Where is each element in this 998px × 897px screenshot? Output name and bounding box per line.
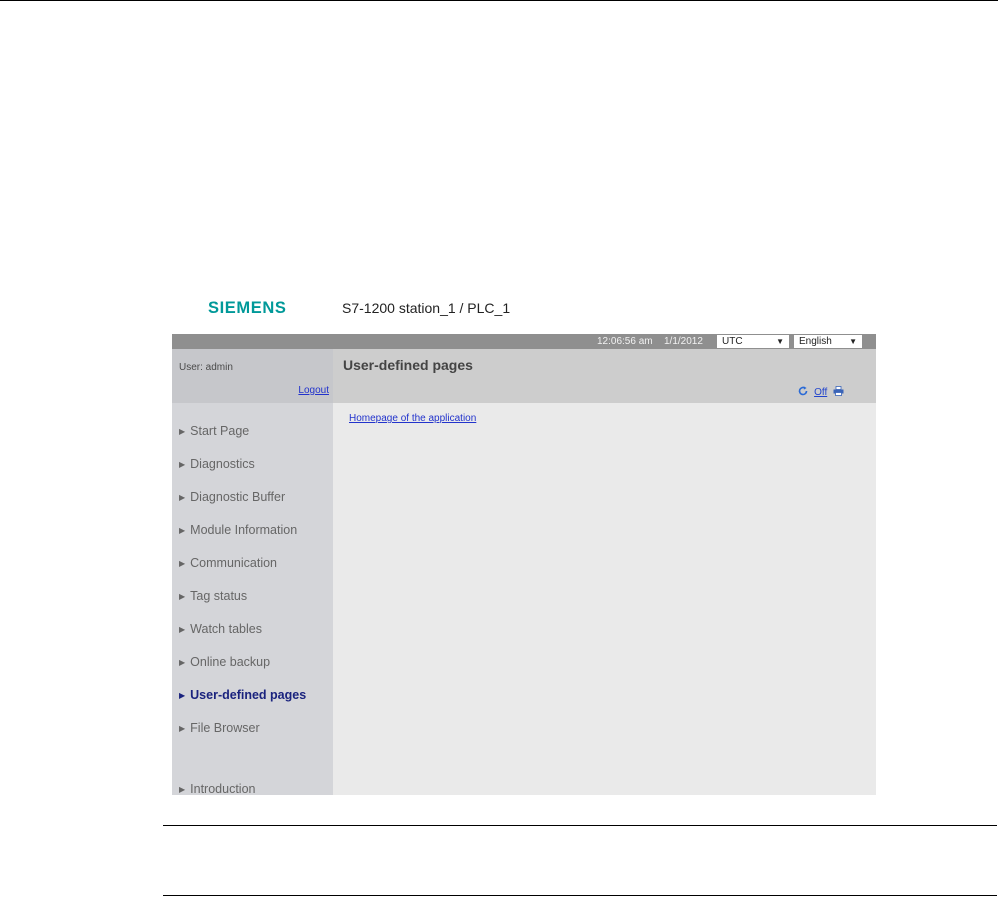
arrow-right-icon: ▶ xyxy=(179,460,186,469)
arrow-right-icon: ▶ xyxy=(179,427,186,436)
sidebar: User: admin Logout ▶ Start Page ▶ Diagnost… xyxy=(172,349,333,796)
divider-rule xyxy=(163,825,997,826)
clock-date: 1/1/2012 xyxy=(664,336,703,347)
sidebar-item-label: Tag status xyxy=(190,589,248,603)
clock-time: 12:06:56 am xyxy=(597,336,653,347)
arrow-right-icon: ▶ xyxy=(179,724,186,733)
user-label: User: admin xyxy=(179,362,233,373)
sidebar-item-diagnostics[interactable]: ▶ Diagnostics xyxy=(179,457,255,471)
siemens-logo: SIEMENS xyxy=(208,299,287,317)
chevron-down-icon: ▼ xyxy=(776,337,784,346)
homepage-link[interactable]: Homepage of the application xyxy=(349,413,476,424)
sidebar-item-user-defined-pages[interactable]: ▶ User-defined pages xyxy=(179,688,306,702)
arrow-right-icon: ▶ xyxy=(179,493,186,502)
sidebar-item-communication[interactable]: ▶ Communication xyxy=(179,556,277,570)
sidebar-item-start-page[interactable]: ▶ Start Page xyxy=(179,424,249,438)
sidebar-item-label: Module Information xyxy=(190,523,298,537)
timezone-select[interactable]: UTC ▼ xyxy=(717,335,789,348)
sidebar-item-file-browser[interactable]: ▶ File Browser xyxy=(179,721,260,735)
station-title: S7-1200 station_1 / PLC_1 xyxy=(342,300,511,316)
divider-rule xyxy=(163,895,997,896)
sidebar-item-online-backup[interactable]: ▶ Online backup xyxy=(179,655,270,669)
content-header: User-defined pages Off xyxy=(333,349,876,403)
sidebar-item-watch-tables[interactable]: ▶ Watch tables xyxy=(179,622,262,636)
page-title: User-defined pages xyxy=(343,357,473,373)
sidebar-item-label: File Browser xyxy=(190,721,260,735)
sidebar-item-introduction[interactable]: ▶ Introduction xyxy=(179,782,255,796)
status-bar: 12:06:56 am 1/1/2012 UTC ▼ English ▼ xyxy=(172,334,876,349)
arrow-right-icon: ▶ xyxy=(179,625,186,634)
arrow-right-icon: ▶ xyxy=(179,526,186,535)
sidebar-item-label: Introduction xyxy=(190,782,256,796)
arrow-right-icon: ▶ xyxy=(179,785,186,794)
sidebar-item-label: Diagnostics xyxy=(190,457,255,471)
sidebar-item-label: User-defined pages xyxy=(190,688,307,702)
language-value: English xyxy=(799,336,832,347)
chevron-down-icon: ▼ xyxy=(849,337,857,346)
user-box: User: admin Logout xyxy=(172,349,333,403)
arrow-right-icon: ▶ xyxy=(179,592,186,601)
sidebar-item-label: Watch tables xyxy=(190,622,262,636)
sidebar-item-label: Start Page xyxy=(190,424,250,438)
sidebar-item-diagnostic-buffer[interactable]: ▶ Diagnostic Buffer xyxy=(179,490,285,504)
page-top-rule xyxy=(0,0,998,1)
refresh-icon[interactable] xyxy=(798,386,811,398)
logout-link[interactable]: Logout xyxy=(298,385,329,396)
refresh-off-link[interactable]: Off xyxy=(814,387,827,398)
content-toolbar: Off xyxy=(795,386,844,398)
arrow-right-icon: ▶ xyxy=(179,559,186,568)
sidebar-item-label: Diagnostic Buffer xyxy=(190,490,286,504)
language-select[interactable]: English ▼ xyxy=(794,335,862,348)
timezone-value: UTC xyxy=(722,336,743,347)
arrow-right-icon: ▶ xyxy=(179,691,186,700)
sidebar-item-tag-status[interactable]: ▶ Tag status xyxy=(179,589,247,603)
sidebar-item-label: Communication xyxy=(190,556,277,570)
sidebar-item-module-information[interactable]: ▶ Module Information xyxy=(179,523,297,537)
arrow-right-icon: ▶ xyxy=(179,658,186,667)
sidebar-item-label: Online backup xyxy=(190,655,271,669)
web-server-frame: 12:06:56 am 1/1/2012 UTC ▼ English ▼ Use… xyxy=(172,334,876,796)
print-icon[interactable] xyxy=(830,386,844,398)
